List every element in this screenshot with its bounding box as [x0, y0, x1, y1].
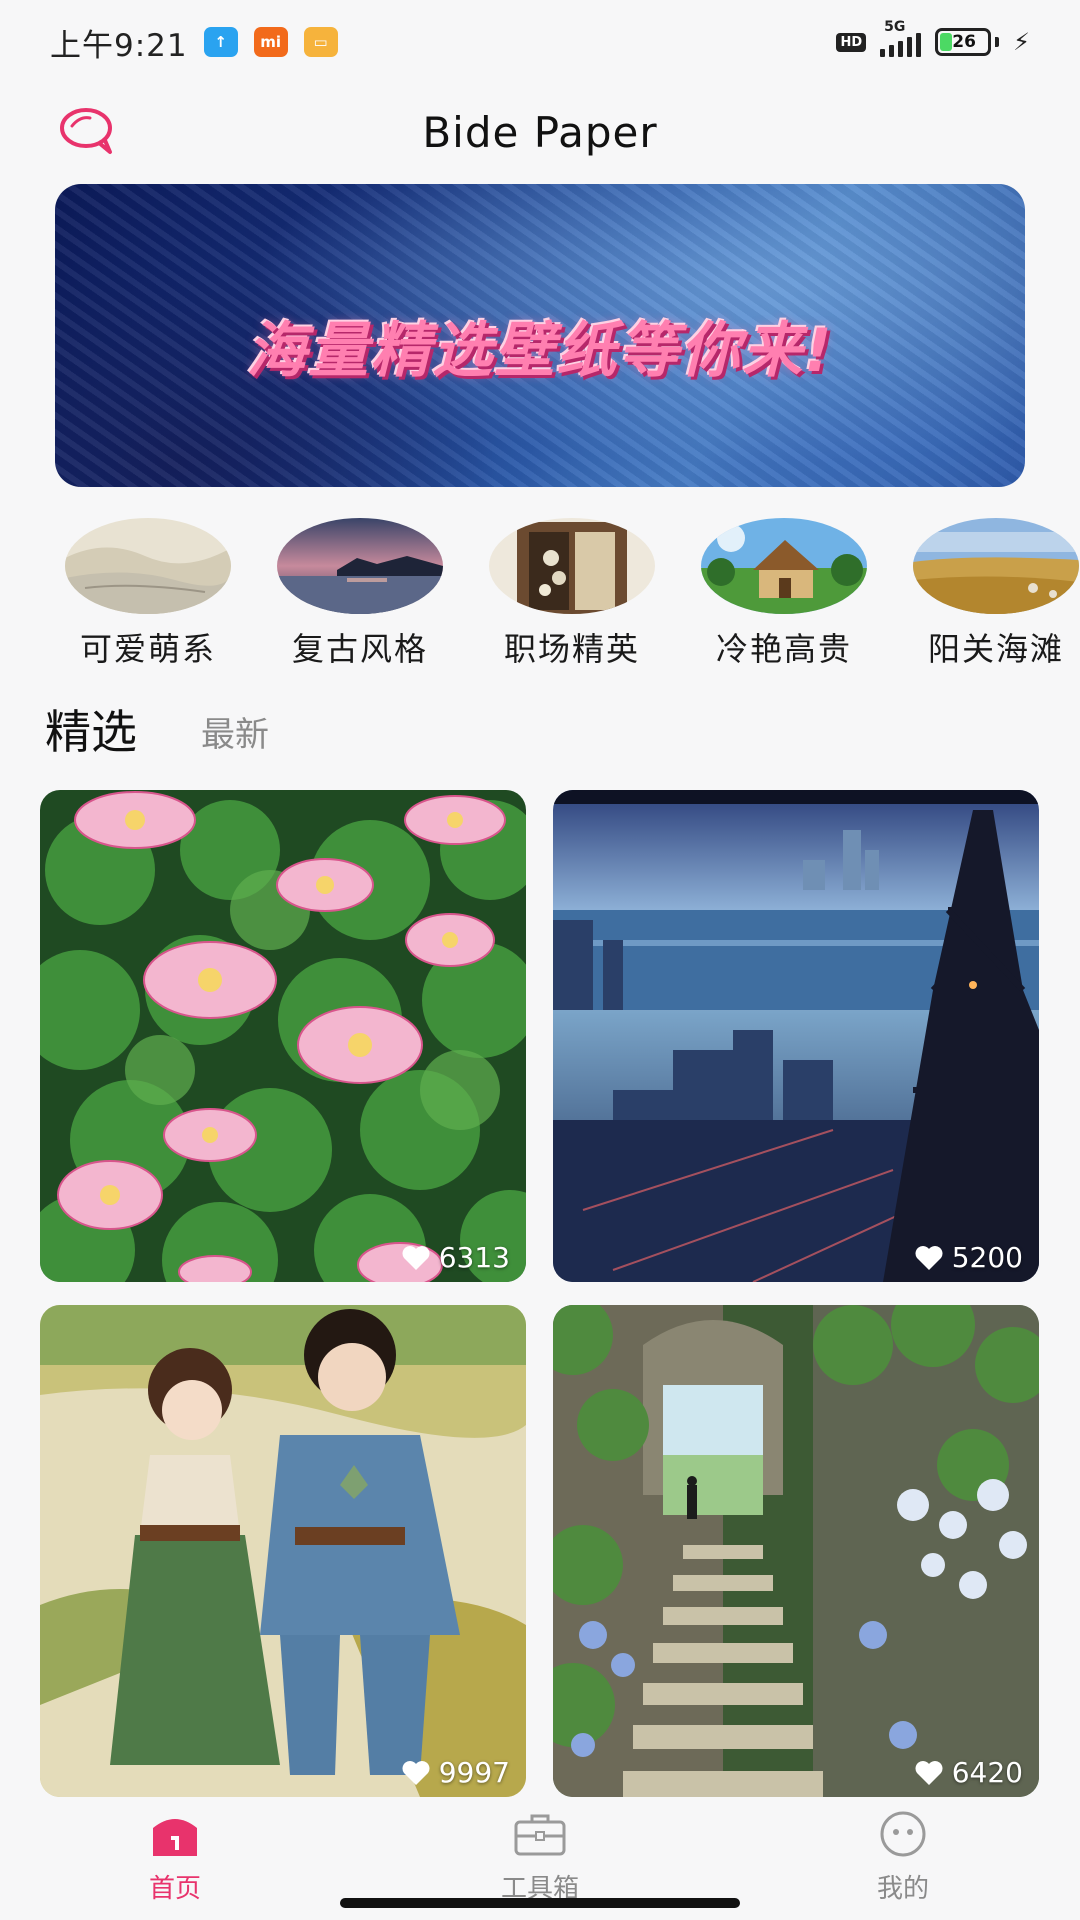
category-office[interactable]: 职场精英 — [487, 518, 657, 670]
wallpaper-card[interactable]: 6313 — [40, 790, 526, 1282]
home-icon — [153, 1819, 197, 1856]
status-right: HD 5G 26 ⚡ — [836, 19, 1030, 57]
category-cute[interactable]: 可爱萌系 — [63, 518, 233, 670]
battery-level: 26 — [952, 32, 976, 52]
category-label: 职场精英 — [503, 630, 640, 668]
category-retro-image — [277, 518, 443, 614]
wallpaper-city-image — [553, 790, 1039, 1282]
nav-mine[interactable]: 我的 — [823, 1810, 983, 1905]
category-label: 阳关海滩 — [927, 630, 1064, 668]
mi-icon: mi — [253, 27, 288, 57]
status-time: 上午9:21 — [50, 27, 188, 64]
category-row: 可爱萌系 复古风格 职场精英 冷艳高贵 阳关海滩 — [0, 518, 1080, 668]
heart-icon — [402, 1245, 430, 1270]
app-title: Bide Paper — [422, 107, 658, 157]
banner-text: 海量精选壁纸等你来! — [246, 316, 834, 386]
category-label: 可爱萌系 — [79, 630, 216, 668]
category-label: 冷艳高贵 — [715, 630, 852, 668]
category-elegant-image — [701, 518, 867, 614]
nav-home-label: 首页 — [148, 1874, 201, 1904]
category-cute-image — [65, 518, 231, 614]
status-bar: 上午9:21 ↑ mi ▭ HD 5G 26 ⚡ — [0, 0, 1080, 84]
upload-icon: ↑ — [203, 27, 238, 57]
wallpaper-card[interactable]: 9997 — [40, 1305, 526, 1797]
category-beach[interactable]: 阳关海滩 — [911, 518, 1080, 670]
signal-icon: 5G — [880, 19, 922, 57]
toolbox-icon — [514, 1814, 566, 1856]
charging-icon: ⚡ — [1013, 28, 1030, 56]
nav-home[interactable]: 首页 — [95, 1810, 255, 1905]
wallpaper-stairs-image — [553, 1305, 1039, 1797]
feed-tabs: 精选 最新 — [45, 692, 269, 762]
promo-banner[interactable]: 海量精选壁纸等你来! — [55, 184, 1025, 487]
heart-icon — [915, 1245, 943, 1270]
likes: 9997 — [401, 1756, 510, 1789]
wallpaper-lotus-image — [40, 790, 526, 1282]
wallpaper-card[interactable]: 6420 — [553, 1305, 1039, 1797]
wallpaper-card[interactable]: 5200 — [553, 790, 1039, 1282]
likes-count: 5200 — [951, 1241, 1023, 1274]
nav-mine-label: 我的 — [876, 1874, 929, 1904]
notification-icons: ↑ mi ▭ — [203, 27, 338, 57]
tab-latest[interactable]: 最新 — [201, 707, 269, 762]
category-label: 复古风格 — [291, 630, 428, 668]
category-retro[interactable]: 复古风格 — [275, 518, 445, 670]
category-elegant[interactable]: 冷艳高贵 — [699, 518, 869, 670]
wallpaper-couple-image — [40, 1305, 526, 1797]
likes: 5200 — [914, 1241, 1023, 1274]
network-type: 5G — [884, 19, 906, 35]
message-icon[interactable] — [58, 106, 118, 156]
category-office-image — [489, 518, 655, 614]
tab-featured[interactable]: 精选 — [45, 696, 137, 762]
battery-icon: 26 — [935, 28, 992, 56]
hd-icon: HD — [836, 32, 867, 52]
app-header: Bide Paper — [0, 92, 1080, 172]
battery-cap — [995, 37, 1000, 47]
likes-count: 9997 — [438, 1756, 510, 1789]
screen: 上午9:21 ↑ mi ▭ HD 5G 26 ⚡ Bide Paper 海量精选… — [0, 0, 1080, 1920]
home-indicator[interactable] — [340, 1898, 740, 1908]
likes-count: 6420 — [951, 1756, 1023, 1789]
nav-toolbox[interactable]: 工具箱 — [460, 1810, 620, 1905]
heart-icon — [402, 1760, 430, 1785]
likes-count: 6313 — [438, 1241, 510, 1274]
profile-icon — [880, 1811, 926, 1857]
likes: 6313 — [401, 1241, 510, 1274]
category-beach-image — [913, 518, 1079, 614]
likes: 6420 — [914, 1756, 1023, 1789]
heart-icon — [915, 1760, 943, 1785]
message-notification-icon: ▭ — [303, 27, 338, 57]
